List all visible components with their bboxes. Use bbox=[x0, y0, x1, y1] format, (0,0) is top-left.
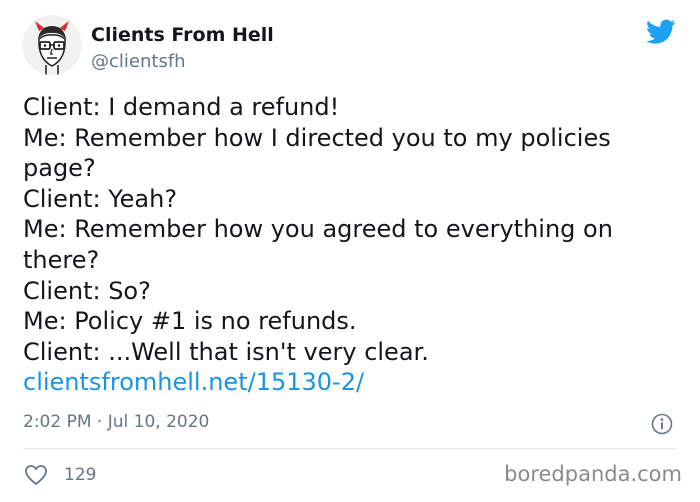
watermark: boredpanda.com bbox=[504, 462, 682, 486]
tweet-line: Me: Policy #1 is no refunds. bbox=[23, 307, 357, 336]
tweet-line: Client: Yeah? bbox=[23, 184, 178, 213]
author-block[interactable]: Clients From Hell @clientsfh bbox=[91, 22, 274, 75]
display-name[interactable]: Clients From Hell bbox=[91, 22, 274, 48]
tweet-line: page? bbox=[23, 154, 96, 183]
tweet-line: Client: So? bbox=[23, 276, 151, 305]
tweet-line: Me: Remember how I directed you to my po… bbox=[23, 123, 611, 152]
tweet-line: Client: I demand a refund! bbox=[23, 93, 340, 121]
like-button[interactable]: 129 bbox=[24, 463, 96, 487]
avatar[interactable] bbox=[22, 15, 82, 75]
tweet-link[interactable]: clientsfromhell.net/15130-2/ bbox=[23, 367, 673, 398]
handle[interactable]: @clientsfh bbox=[91, 49, 274, 75]
tweet-text: Client: I demand a refund! Me: Remember … bbox=[23, 92, 673, 398]
tweet-card: Clients From Hell @clientsfh Client: I d… bbox=[0, 0, 700, 502]
heart-icon bbox=[25, 465, 47, 485]
like-count: 129 bbox=[64, 465, 97, 485]
divider bbox=[23, 448, 677, 449]
devil-horns-avatar-icon bbox=[22, 15, 82, 75]
tweet-line: Client: ...Well that isn't very clear. bbox=[23, 337, 429, 366]
info-icon[interactable] bbox=[651, 413, 673, 435]
timestamp[interactable]: 2:02 PM · Jul 10, 2020 bbox=[23, 410, 209, 434]
tweet-line: Me: Remember how you agreed to everythin… bbox=[23, 215, 613, 244]
twitter-bird-icon[interactable] bbox=[646, 19, 676, 45]
tweet-line: there? bbox=[23, 245, 100, 274]
